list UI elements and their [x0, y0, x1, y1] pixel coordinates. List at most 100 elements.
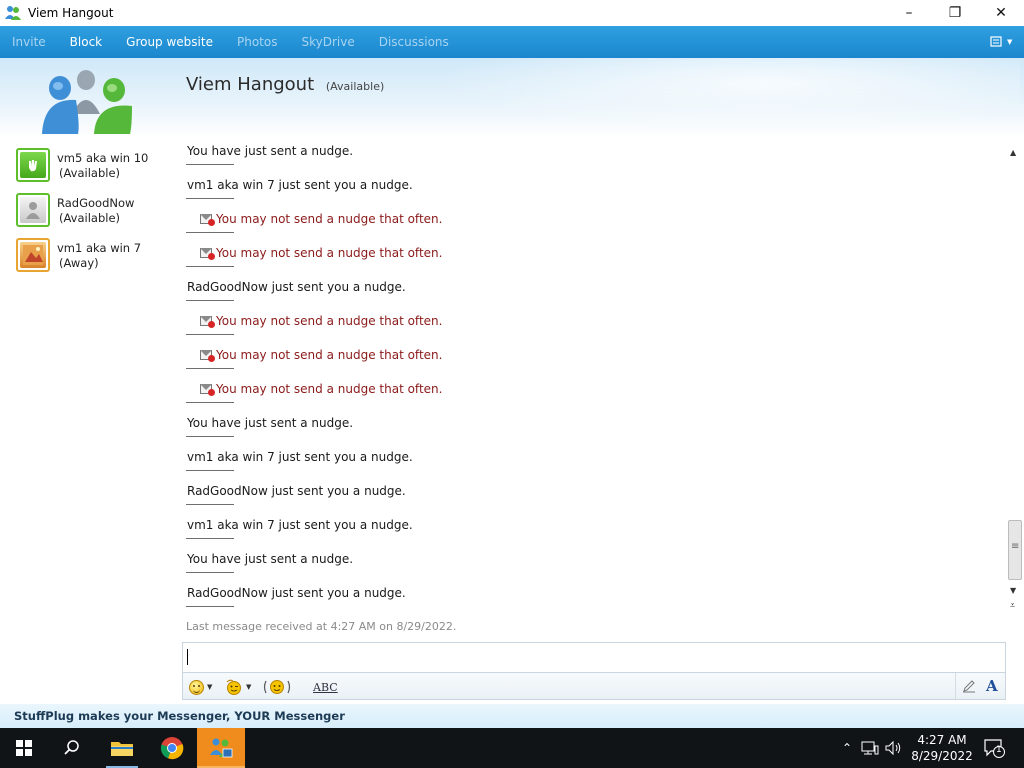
window-title: Viem Hangout [28, 6, 114, 20]
message-separator [186, 572, 234, 573]
message-body: You may not send a nudge that often. [216, 246, 443, 260]
participant-status: (Available) [59, 211, 121, 225]
scroll-up-icon[interactable]: ▲ [1010, 148, 1016, 157]
network-icon[interactable] [860, 740, 880, 756]
taskbar-file-explorer[interactable] [98, 728, 146, 768]
participant-status: (Away) [59, 256, 99, 270]
taskbar-chrome[interactable] [148, 728, 196, 768]
message-separator [186, 606, 234, 607]
message-separator [186, 266, 234, 267]
message-text: vm1 aka win 7 just sent you a nudge. [187, 450, 413, 464]
taskbar-clock[interactable]: 4:27 AM 8/29/2022 [904, 732, 980, 764]
message-body: You have just sent a nudge. [187, 416, 354, 430]
participant-vm1[interactable]: vm1 aka win 7 (Away) [16, 238, 176, 283]
message-body: vm1 aka win 7 just sent you a nudge. [187, 450, 413, 464]
message-text: RadGoodNow just sent you a nudge. [187, 280, 406, 294]
chevron-down-icon: ▼ [1007, 38, 1013, 46]
volume-icon[interactable] [884, 740, 904, 756]
message-text: You may not send a nudge that often. [200, 314, 442, 328]
participant-radgoodnow[interactable]: RadGoodNow (Available) [16, 193, 176, 238]
nudge-message: RadGoodNow just sent you a nudge. [186, 480, 1004, 514]
nudge-icon [263, 680, 291, 694]
message-body: RadGoodNow just sent you a nudge. [187, 280, 406, 294]
group-buddies-icon [36, 66, 136, 136]
participant-list: vm5 aka win 10 (Available) RadGoodNow (A… [16, 148, 176, 283]
error-envelope-icon [200, 384, 215, 396]
scroll-thumb[interactable] [1008, 520, 1022, 580]
start-button[interactable] [0, 728, 48, 768]
chrome-icon [160, 737, 184, 760]
menu-block[interactable]: Block [58, 26, 114, 58]
clock-time: 4:27 AM [917, 733, 967, 747]
search-button[interactable] [48, 728, 96, 768]
clock-date: 8/29/2022 [911, 749, 973, 763]
message-separator [186, 368, 234, 369]
windows-logo-icon [16, 740, 32, 756]
history-scrollbar[interactable]: ▲ ▼ ⩡ [1006, 140, 1024, 620]
font-button[interactable]: A [986, 677, 998, 695]
message-body: You may not send a nudge that often. [216, 314, 443, 328]
nudge-message: RadGoodNow just sent you a nudge. [186, 276, 1004, 310]
message-text: You may not send a nudge that often. [200, 212, 442, 226]
default-user-icon [26, 202, 40, 219]
error-envelope-icon [200, 316, 215, 328]
message-separator [186, 470, 234, 471]
scroll-to-end-icon[interactable]: ⩡ [1010, 601, 1015, 611]
taskbar: ⌃ 4:27 AM 8/29/2022 1 [0, 728, 1024, 768]
participant-vm5[interactable]: vm5 aka win 10 (Available) [16, 148, 176, 193]
message-separator [186, 334, 234, 335]
error-message: You may not send a nudge that often. [186, 378, 1004, 412]
window-controls: – ❐ ✕ [886, 0, 1024, 26]
options-menu-icon [990, 36, 1002, 47]
minimize-button[interactable]: – [886, 0, 932, 26]
chevron-down-icon: ▼ [207, 683, 213, 691]
message-text: You may not send a nudge that often. [200, 348, 442, 362]
folder-icon [111, 742, 133, 756]
taskbar-messenger[interactable] [197, 728, 245, 768]
message-body: You have just sent a nudge. [187, 552, 354, 566]
action-center-button[interactable]: 1 [983, 738, 1005, 758]
formatting-toolbar: ▼ ▼ ABC A [182, 672, 1006, 700]
messenger-icon [210, 738, 233, 758]
text-caret [187, 649, 188, 665]
chevron-up-icon[interactable]: ⌃ [838, 741, 856, 755]
menu-photos[interactable]: Photos [225, 26, 289, 58]
message-body: vm1 aka win 7 just sent you a nudge. [187, 178, 413, 192]
options-menu-button[interactable]: ▼ [990, 34, 1014, 50]
message-body: You may not send a nudge that often. [216, 382, 443, 396]
spell-check-button[interactable]: ABC [313, 677, 338, 697]
participant-info: vm1 aka win 7 (Away) [57, 241, 141, 271]
close-button[interactable]: ✕ [978, 0, 1024, 26]
menu-invite[interactable]: Invite [0, 26, 58, 58]
error-message: You may not send a nudge that often. [186, 242, 1004, 276]
message-separator [186, 300, 234, 301]
wink-icon [226, 679, 241, 695]
handwriting-icon[interactable] [962, 679, 976, 693]
wink-button[interactable]: ▼ [225, 677, 251, 697]
message-text: RadGoodNow just sent you a nudge. [187, 484, 406, 498]
message-input[interactable] [182, 642, 1006, 672]
emoticon-button[interactable]: ▼ [189, 677, 212, 697]
restore-button[interactable]: ❐ [932, 0, 978, 26]
message-separator [186, 504, 234, 505]
message-body: You have just sent a nudge. [187, 144, 354, 158]
nudge-message: RadGoodNow just sent you a nudge. [186, 582, 1004, 610]
menu-discussions[interactable]: Discussions [367, 26, 461, 58]
title-bar: Viem Hangout – ❐ ✕ [0, 0, 1024, 26]
conversation-header [0, 58, 1024, 138]
menu-skydrive[interactable]: SkyDrive [289, 26, 366, 58]
conversation-history: You have just sent a nudge. vm1 aka win 7… [186, 140, 1004, 610]
hand-icon [29, 160, 37, 172]
message-body: You may not send a nudge that often. [216, 348, 443, 362]
menu-group-website[interactable]: Group website [114, 26, 225, 58]
notification-count: 1 [996, 745, 1002, 755]
message-text: You have just sent a nudge. [187, 552, 353, 566]
nudge-button[interactable] [263, 677, 291, 697]
last-message-timestamp: Last message received at 4:27 AM on 8/29… [186, 620, 457, 633]
search-icon [64, 740, 79, 755]
participant-name: RadGoodNow [57, 196, 135, 210]
conversation-status: (Available) [325, 80, 385, 93]
scroll-down-icon[interactable]: ▼ [1010, 586, 1016, 595]
message-separator [186, 436, 234, 437]
message-body: You may not send a nudge that often. [216, 212, 443, 226]
